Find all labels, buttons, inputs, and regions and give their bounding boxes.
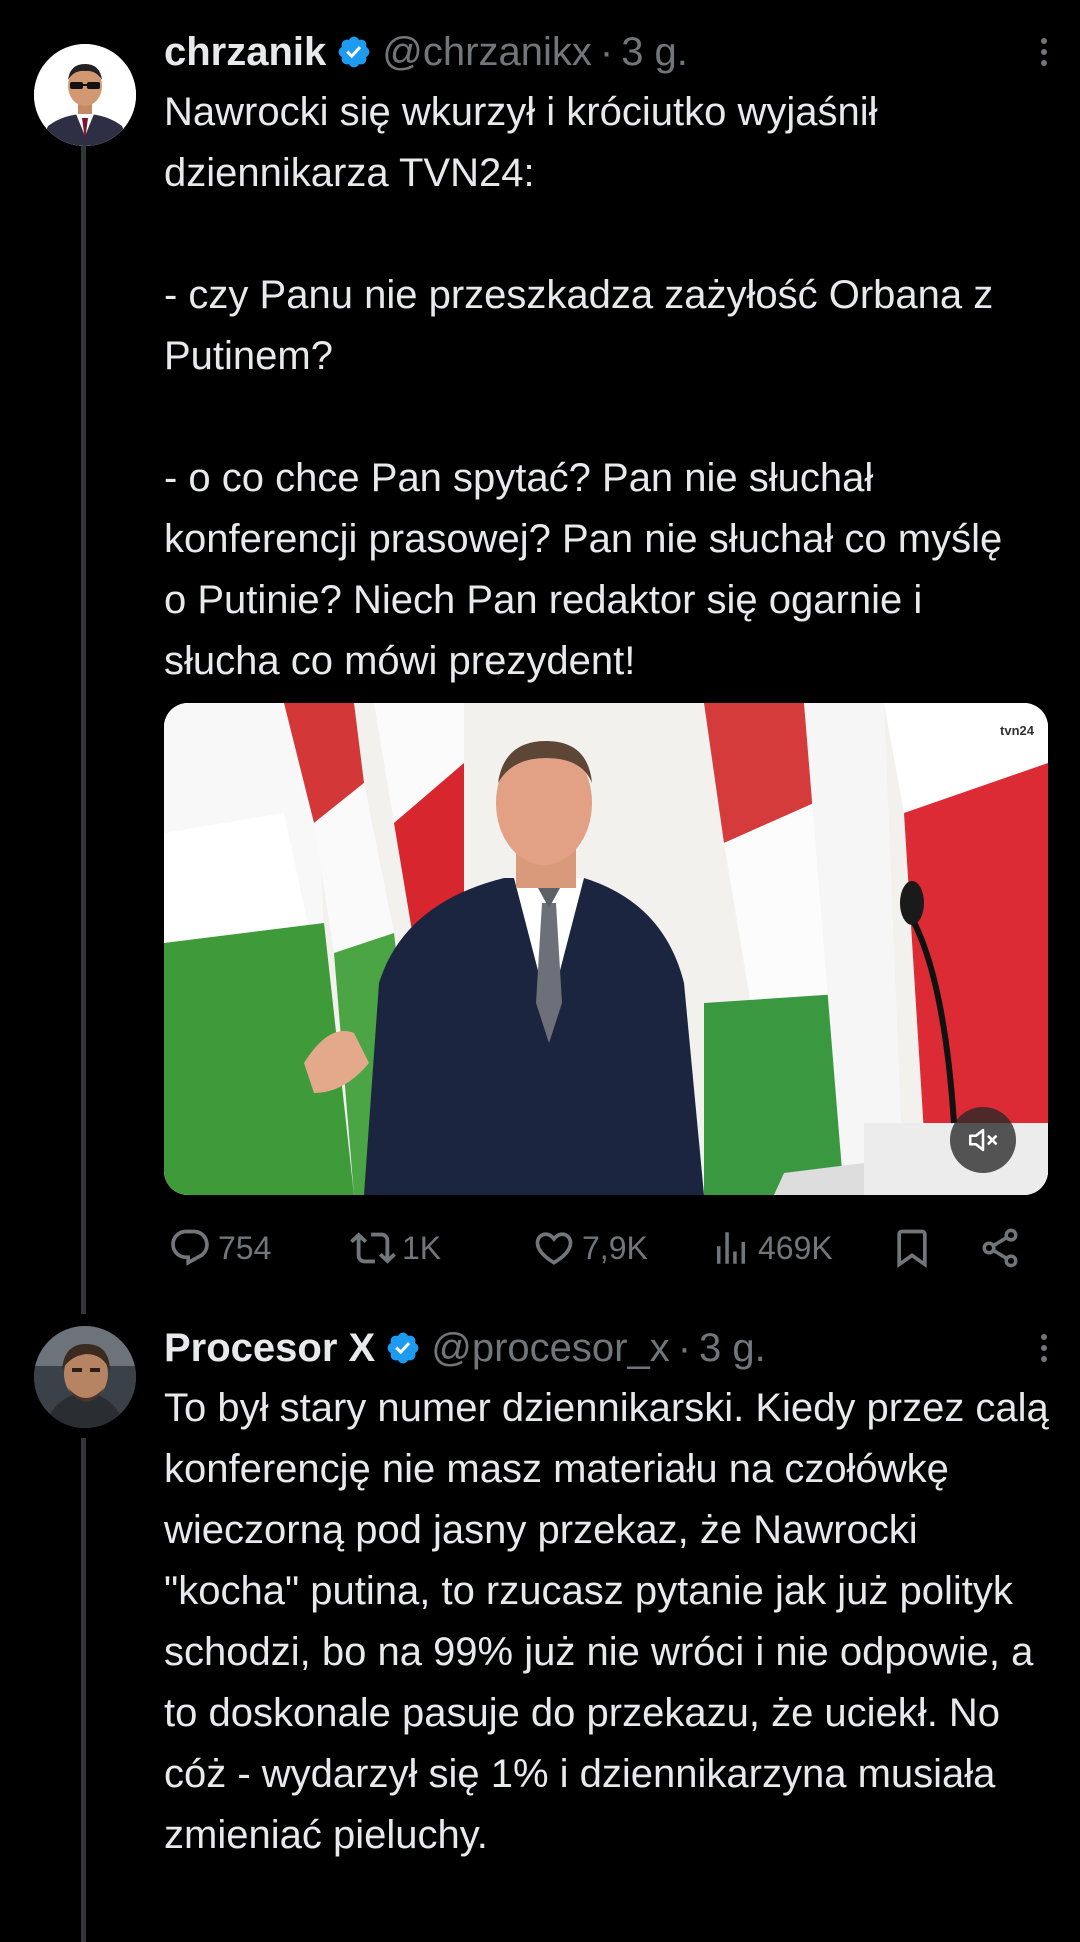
verified-badge-icon (387, 1332, 419, 1364)
repost-icon (350, 1232, 396, 1264)
tweet-timestamp[interactable]: 3 g. (699, 1318, 766, 1378)
like-count: 7,9K (582, 1229, 648, 1266)
tweet-thread: chrzanik @chrzanikx · 3 g. Nawrocki się … (0, 0, 1080, 1942)
verified-badge-icon (338, 36, 370, 68)
video-player[interactable]: tvn24 (164, 703, 1048, 1195)
heart-icon (535, 1232, 573, 1265)
reply-button[interactable]: 754 (168, 1218, 271, 1278)
separator-dot: · (677, 1326, 692, 1370)
reply-count: 754 (218, 1229, 272, 1266)
repost-button[interactable]: 1K (350, 1218, 441, 1278)
bookmark-button[interactable] (890, 1218, 934, 1278)
avatar[interactable] (34, 44, 136, 146)
tweet-header: Procesor X @procesor_x · 3 g. (164, 1318, 1054, 1378)
reply-icon (171, 1229, 209, 1266)
views-button[interactable]: 469K (710, 1218, 833, 1278)
video-thumbnail (164, 703, 1048, 1195)
tweet-header: chrzanik @chrzanikx · 3 g. (164, 22, 1054, 82)
display-name[interactable]: chrzanik (164, 22, 326, 82)
avatar[interactable] (34, 1326, 136, 1428)
speaker-muted-icon[interactable] (950, 1107, 1016, 1173)
views-count: 469K (758, 1229, 833, 1266)
repost-count: 1K (402, 1229, 442, 1266)
tweet-timestamp[interactable]: 3 g. (621, 22, 688, 82)
tweet[interactable]: chrzanik @chrzanikx · 3 g. Nawrocki się … (0, 0, 1080, 1310)
like-button[interactable]: 7,9K (532, 1218, 648, 1278)
share-button[interactable] (978, 1218, 1022, 1278)
user-handle[interactable]: @chrzanikx (382, 22, 592, 82)
tvn24-watermark: tvn24 (1000, 723, 1034, 738)
bookmark-icon (897, 1229, 927, 1269)
tweet-text: Nawrocki się wkurzył i króciutko wyjaśni… (164, 90, 1003, 683)
more-options-icon[interactable] (1022, 1326, 1066, 1370)
user-handle[interactable]: @procesor_x (431, 1318, 669, 1378)
display-name[interactable]: Procesor X (164, 1318, 375, 1378)
more-options-icon[interactable] (1022, 30, 1066, 74)
tweet-actions-bar: 754 1K 7,9K 469K (164, 1218, 1054, 1278)
separator-dot: · (599, 30, 614, 74)
views-chart-icon (717, 1232, 745, 1264)
tweet[interactable]: Procesor X @procesor_x · 3 g. To był sta… (0, 1310, 1080, 1942)
tweet-text: To był stary numer dziennikarski. Kiedy … (164, 1386, 1060, 1857)
share-icon (982, 1228, 1018, 1268)
